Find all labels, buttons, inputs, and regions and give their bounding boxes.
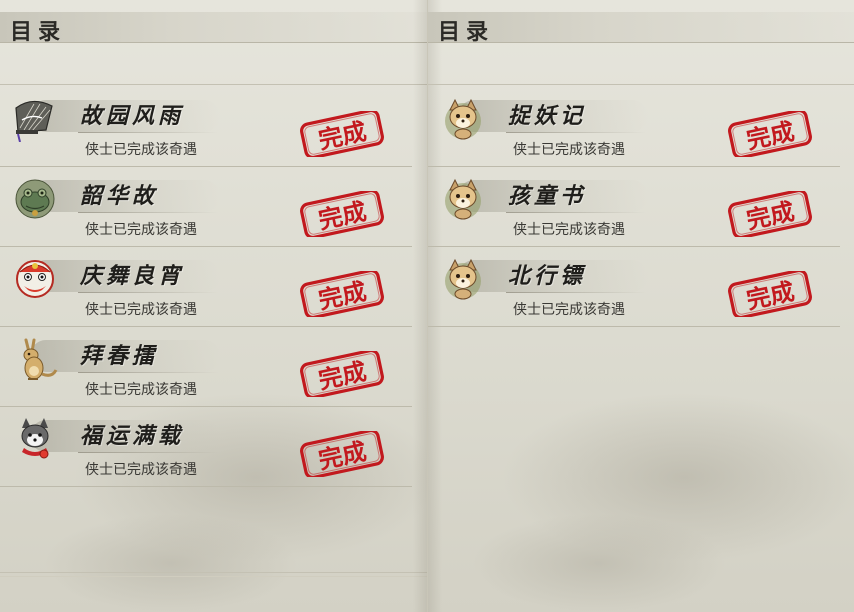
adventure-entry-zhuo-yao-ji[interactable]: 捉妖记 侠士已完成该奇遇 xyxy=(428,86,840,167)
adventure-title: 福运满载 xyxy=(80,423,185,449)
adventure-title: 捉妖记 xyxy=(508,103,587,129)
adventure-entry-hai-tong-shu[interactable]: 孩童书 侠士已完成该奇遇 xyxy=(428,166,840,247)
completed-stamp-icon xyxy=(725,111,815,157)
adventure-entry-bai-chun-lei[interactable]: 拜春擂 侠士已完成该奇遇 xyxy=(0,326,412,407)
adventure-title: 北行镖 xyxy=(508,263,587,289)
adventure-entry-qing-wu-liang-xiao[interactable]: 庆舞良宵 侠士已完成该奇遇 xyxy=(0,246,412,327)
completed-stamp-icon xyxy=(725,271,815,317)
completion-status: 侠士已完成该奇遇 xyxy=(85,222,197,238)
completed-stamp-icon xyxy=(297,431,387,477)
adventure-entry-gu-yuan-feng-yu[interactable]: 故园风雨 侠士已完成该奇遇 xyxy=(0,86,412,167)
completed-stamp-icon xyxy=(297,351,387,397)
left-header: 目录 xyxy=(0,12,427,45)
title-underline xyxy=(78,452,218,453)
title-underline xyxy=(506,292,646,293)
divider xyxy=(428,84,854,85)
completed-stamp-icon xyxy=(297,271,387,317)
left-page: 目录 故园风雨 侠士已完成该奇遇 韶华故 侠士已完成该奇遇 庆舞良宵 侠士已完成… xyxy=(0,0,427,612)
title-underline xyxy=(78,212,218,213)
completed-stamp-icon xyxy=(725,191,815,237)
right-header-title: 目录 xyxy=(438,19,495,45)
adventure-title: 拜春擂 xyxy=(80,343,159,369)
adventure-entry-bei-xing-biao[interactable]: 北行镖 侠士已完成该奇遇 xyxy=(428,246,840,327)
adventure-title: 韶华故 xyxy=(80,183,159,209)
divider xyxy=(0,84,427,85)
title-underline xyxy=(78,292,218,293)
adventure-title: 孩童书 xyxy=(508,183,587,209)
title-underline xyxy=(506,132,646,133)
folding-fan-icon xyxy=(12,96,58,142)
divider xyxy=(0,576,427,577)
right-header: 目录 xyxy=(428,12,854,45)
adventure-title: 故园风雨 xyxy=(80,103,185,129)
title-underline xyxy=(506,212,646,213)
lion-dance-icon xyxy=(12,256,58,302)
title-underline xyxy=(78,372,218,373)
fox-spirit-icon xyxy=(440,96,486,142)
completion-status: 侠士已完成该奇遇 xyxy=(85,142,197,158)
completion-status: 侠士已完成该奇遇 xyxy=(85,302,197,318)
completion-status: 侠士已完成该奇遇 xyxy=(513,142,625,158)
right-page: 目录 捉妖记 侠士已完成该奇遇 孩童书 侠士已完成该奇遇 北行镖 侠士已完成该奇… xyxy=(427,0,854,612)
completion-status: 侠士已完成该奇遇 xyxy=(513,302,625,318)
fox-spirit-icon xyxy=(440,256,486,302)
jade-frog-icon xyxy=(12,176,58,222)
title-underline xyxy=(78,132,218,133)
adventure-title: 庆舞良宵 xyxy=(80,263,185,289)
adventure-entry-shao-hua-gu[interactable]: 韶华故 侠士已完成该奇遇 xyxy=(0,166,412,247)
kangaroo-icon xyxy=(12,336,58,382)
completion-status: 侠士已完成该奇遇 xyxy=(513,222,625,238)
divider xyxy=(0,572,427,573)
fox-spirit-icon xyxy=(440,176,486,222)
left-header-title: 目录 xyxy=(10,19,67,45)
completion-status: 侠士已完成该奇遇 xyxy=(85,382,197,398)
completion-status: 侠士已完成该奇遇 xyxy=(85,462,197,478)
completed-stamp-icon xyxy=(297,111,387,157)
completed-stamp-icon xyxy=(297,191,387,237)
adventure-entry-fu-yun-man-zai[interactable]: 福运满载 侠士已完成该奇遇 xyxy=(0,406,412,487)
husky-dog-icon xyxy=(12,416,58,462)
